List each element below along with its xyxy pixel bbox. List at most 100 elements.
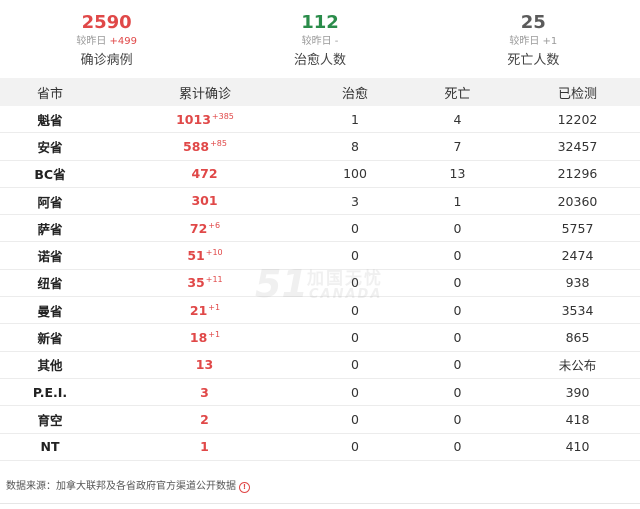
table-row[interactable]: 育空 2 0 0 418	[0, 406, 640, 434]
confirmed-increase: +10	[205, 248, 223, 258]
cell-province: 纽省	[37, 276, 63, 292]
cell-tested: 未公布	[558, 358, 597, 374]
table-row[interactable]: 其他 13 0 0 未公布	[0, 352, 640, 379]
cell-province: 其他	[37, 358, 63, 374]
table-row[interactable]: P.E.I. 3 0 0 390	[0, 379, 640, 407]
table-row[interactable]: 萨省 72+6 0 0 5757	[0, 215, 640, 243]
cell-recovered: 0	[351, 384, 359, 400]
cell-deaths: 7	[453, 138, 462, 154]
cell-tested: 12202	[557, 111, 598, 127]
cell-province: P.E.I.	[32, 384, 68, 400]
cell-deaths: 0	[453, 330, 462, 346]
info-icon[interactable]: !	[239, 481, 250, 493]
cell-recovered: 0	[351, 411, 359, 427]
cell-deaths: 0	[453, 248, 462, 264]
header-recovered[interactable]: 治愈	[310, 83, 400, 102]
cell-confirmed: 35+11	[100, 275, 310, 290]
stat-deaths: 25 较昨日 +1 死亡人数	[427, 0, 640, 78]
province-table: 省市 累计确诊 治愈 死亡 已检测 魁省 1013+385 1 4 12202 安省 588…	[0, 78, 640, 461]
table-row[interactable]: 新省 18+1 0 0 865	[0, 324, 640, 352]
table-row[interactable]: 曼省 21+1 0 0 3534	[0, 297, 640, 325]
delta-prefix: 较昨日	[76, 36, 107, 47]
confirmed-value: 21	[189, 302, 208, 318]
stat-deaths-label: 死亡人数	[507, 53, 560, 68]
table-row[interactable]: 阿省 301 3 1 20360	[0, 188, 640, 216]
cell-tested: 20360	[557, 193, 598, 209]
cell-province: 诺省	[37, 249, 63, 265]
cell-province: 魁省	[37, 112, 63, 128]
stat-deaths-delta: 较昨日 +1	[427, 36, 640, 48]
table-row[interactable]: 魁省 1013+385 1 4 12202	[0, 106, 640, 134]
table-row[interactable]: 纽省 35+11 0 0 938	[0, 270, 640, 298]
cell-province: BC省	[34, 167, 66, 183]
cell-tested: 418	[565, 411, 590, 427]
cell-confirmed: 301	[100, 193, 310, 209]
confirmed-increase: +1	[208, 329, 221, 339]
cell-confirmed: 1	[100, 439, 310, 454]
cell-confirmed: 21+1	[100, 303, 310, 318]
delta-prefix: 较昨日	[301, 36, 332, 47]
cell-recovered: 0	[351, 439, 359, 455]
cell-deaths: 0	[453, 357, 462, 373]
cell-confirmed: 1013+385	[100, 112, 310, 127]
cell-deaths: 0	[453, 302, 462, 318]
header-deaths[interactable]: 死亡	[400, 83, 515, 102]
data-source-text: 数据来源：加拿大联邦及各省政府官方渠道公开数据	[6, 481, 236, 492]
cell-recovered: 0	[351, 248, 359, 264]
table-row[interactable]: 诺省 51+10 0 0 2474	[0, 242, 640, 270]
cell-deaths: 0	[453, 439, 462, 455]
cell-recovered: 0	[351, 302, 359, 318]
stat-confirmed: 2590 较昨日 +499 确诊病例	[0, 0, 213, 78]
confirmed-value: 72	[189, 220, 208, 236]
header-tested[interactable]: 已检测	[515, 83, 640, 102]
cell-tested: 410	[565, 439, 590, 455]
stat-confirmed-label: 确诊病例	[80, 53, 133, 68]
cell-recovered: 0	[351, 330, 359, 346]
cell-tested: 390	[565, 384, 590, 400]
cell-recovered: 1	[351, 111, 359, 127]
data-source-note: 数据来源：加拿大联邦及各省政府官方渠道公开数据 !	[6, 480, 250, 494]
table-header: 省市 累计确诊 治愈 死亡 已检测	[0, 78, 640, 106]
confirmed-value: 301	[191, 193, 218, 209]
bottom-divider	[0, 503, 640, 504]
confirmed-increase: +6	[208, 220, 221, 230]
delta-value: +499	[109, 36, 137, 47]
stat-recovered-delta: 较昨日 -	[213, 36, 426, 48]
confirmed-increase: +385	[211, 111, 234, 121]
confirmed-increase: +11	[205, 275, 223, 285]
confirmed-value: 1	[200, 439, 209, 455]
confirmed-value: 1013	[176, 111, 211, 127]
cell-confirmed: 18+1	[100, 330, 310, 345]
header-confirmed[interactable]: 累计确诊	[100, 83, 310, 102]
stat-recovered: 112 较昨日 - 治愈人数	[213, 0, 426, 78]
cell-tested: 3534	[561, 302, 594, 318]
confirmed-value: 2	[200, 411, 209, 427]
cell-province: 安省	[37, 139, 63, 155]
confirmed-value: 13	[195, 357, 214, 373]
table-row[interactable]: BC省 472 100 13 21296	[0, 161, 640, 188]
stat-deaths-value: 25	[520, 12, 546, 33]
cell-tested: 938	[565, 275, 590, 291]
confirmed-value: 35	[187, 275, 205, 291]
cell-province: NT	[40, 439, 60, 455]
cell-province: 阿省	[37, 194, 63, 210]
cell-tested: 5757	[561, 220, 594, 236]
confirmed-increase: +85	[210, 138, 227, 148]
confirmed-value: 472	[191, 166, 218, 182]
header-province[interactable]: 省市	[0, 83, 100, 102]
cell-province: 育空	[37, 412, 63, 428]
cell-confirmed: 13	[100, 357, 310, 372]
cell-province: 新省	[37, 331, 63, 347]
confirmed-value: 18	[189, 330, 208, 346]
cell-deaths: 0	[453, 384, 462, 400]
table-row[interactable]: 安省 588+85 8 7 32457	[0, 133, 640, 161]
table-row[interactable]: NT 1 0 0 410	[0, 434, 640, 461]
cell-recovered: 0	[351, 275, 359, 291]
cell-deaths: 0	[453, 275, 462, 291]
stat-recovered-value: 112	[301, 12, 339, 33]
stat-confirmed-delta: 较昨日 +499	[0, 36, 213, 48]
stat-recovered-label: 治愈人数	[293, 53, 346, 68]
delta-value: +1	[542, 36, 558, 47]
cell-recovered: 8	[351, 138, 359, 154]
cell-recovered: 0	[351, 220, 359, 236]
